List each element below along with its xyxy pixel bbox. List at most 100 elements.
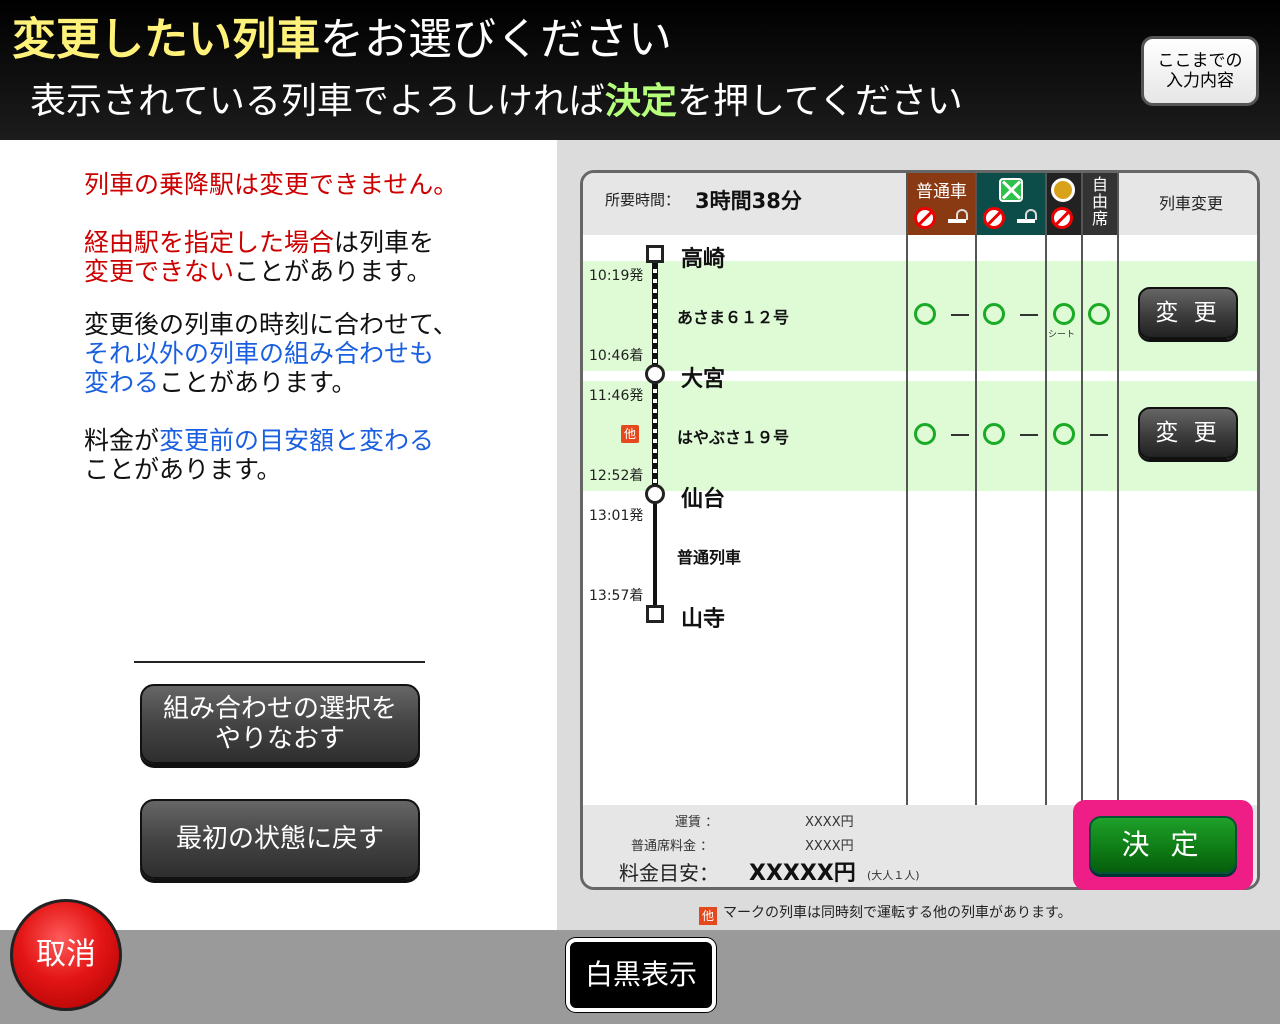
note-text: ことがあります。 [84, 455, 282, 484]
gran-class-header [1047, 173, 1081, 235]
page-subtitle: 表示されている列車でよろしければ決定を押してください [30, 74, 963, 130]
arrival-time: 12:52着 [589, 468, 644, 484]
no-smoking-icon [1051, 207, 1073, 229]
fare-label: 運賃 ： [675, 815, 719, 830]
station-marker [645, 484, 665, 504]
button-label: 最初の状態に戻す [175, 824, 384, 854]
station-marker-start [646, 245, 664, 263]
availability-dash [951, 434, 969, 436]
fare-total-value: XXXXX円 [749, 861, 856, 886]
note-text: 列車の乗降駅は変更できません。 [84, 170, 459, 199]
subtitle-pre: 表示されている列車でよろしければ [30, 81, 605, 122]
title-rest: をお選びください [320, 14, 672, 65]
travel-time-value: 3時間38分 [695, 189, 802, 213]
travel-time-header: 所要時間： 3時間38分 [583, 173, 906, 235]
no-smoking-icon [983, 207, 1005, 229]
button-label: 組み合わせの選択を [162, 694, 397, 724]
note-text: 変更できない [84, 257, 235, 286]
other-train-badge: 他 [621, 425, 639, 443]
header-bar: 変更したい列車をお選びください 表示されている列車でよろしければ決定を押してくだ… [0, 0, 1280, 140]
availability-circle [914, 423, 936, 445]
route-track-local [653, 493, 657, 613]
route-track-shinkansen [652, 263, 658, 373]
fare-value: XXXX円 [805, 815, 854, 830]
station-marker-end [646, 605, 664, 623]
change-train-button[interactable]: 変 更 [1138, 407, 1238, 459]
green-car-icon [999, 178, 1023, 202]
reselect-combination-button[interactable]: 組み合わせの選択を やりなおす [140, 684, 420, 764]
page-title: 変更したい列車をお選びください [12, 10, 672, 70]
legend-text: マークの列車は同時刻で運転する他の列車があります。 [723, 905, 1072, 921]
availability-circle [914, 303, 936, 325]
availability-dash [1090, 434, 1108, 436]
note-text: 変更前の目安額と変わる [159, 426, 435, 455]
note-text: ことがあります。 [159, 368, 357, 397]
route-track-shinkansen [652, 383, 658, 493]
availability-dash [1020, 434, 1038, 436]
seat-fee-label: 普通席料金 ： [631, 839, 714, 854]
train-name: はやぶさ１９号 [677, 428, 790, 447]
free-seat-label: 由 [1091, 192, 1108, 211]
note-via-station: 経由駅を指定した場合は列車を 変更できないことがあります。 [84, 228, 434, 286]
note-text: 変更後の列車の時刻に合わせて、 [84, 310, 458, 339]
travel-time-label: 所要時間： [605, 191, 681, 209]
subtitle-post: を押してください [676, 81, 963, 122]
note-text: それ以外の列車の組み合わせも [84, 339, 435, 368]
availability-dash [1020, 314, 1038, 316]
column-line [1045, 173, 1047, 805]
train-name: 普通列車 [677, 548, 742, 567]
change-train-button[interactable]: 変 更 [1138, 287, 1238, 339]
departure-time: 11:46発 [589, 388, 644, 404]
summary-line2: 入力内容 [1166, 71, 1234, 91]
note-fare: 料金が変更前の目安額と変わる ことがあります。 [84, 426, 434, 484]
column-line [1081, 173, 1083, 805]
legend: 他マークの列車は同時刻で運転する他の列車があります。 [699, 902, 1072, 925]
arrival-time: 10:46着 [589, 348, 644, 364]
departure-time: 13:01発 [589, 508, 644, 524]
train-table: 所要時間： 3時間38分 普通車 自 由 席 列車変更 高崎 大宮 仙台 山寺 … [580, 170, 1260, 890]
note-text: ことがあります。 [234, 257, 432, 286]
gran-class-icon [1051, 178, 1075, 202]
station-name: 大宮 [681, 367, 726, 392]
availability-circle [1053, 423, 1075, 445]
seat-fee-value: XXXX円 [805, 839, 854, 854]
cancel-button[interactable]: 取消 [10, 899, 122, 1011]
fare-total-label: 料金目安： [619, 861, 719, 885]
no-smoking-icon [914, 207, 936, 229]
decide-button[interactable]: 決 定 [1089, 816, 1237, 874]
note-stations-fixed: 列車の乗降駅は変更できません。 [84, 170, 458, 199]
ordinary-car-label: 普通車 [916, 182, 967, 202]
decide-highlight: 決 定 [1073, 800, 1253, 890]
fare-total-note: (大人１人) [867, 869, 920, 882]
column-line [906, 173, 908, 805]
note-text: 経由駅を指定した場合 [84, 228, 335, 257]
train-name: あさま６１２号 [677, 308, 790, 327]
availability-circle [983, 303, 1005, 325]
column-line [975, 173, 977, 805]
seat-type-note: シート [1048, 330, 1076, 340]
note-text: 料金が [84, 426, 160, 455]
divider [134, 661, 425, 663]
departure-time: 10:19発 [589, 268, 644, 284]
other-train-badge: 他 [699, 907, 717, 925]
station-name: 高崎 [681, 247, 726, 272]
note-text: 変わる [84, 368, 160, 397]
notes-panel: 列車の乗降駅は変更できません。 経由駅を指定した場合は列車を 変更できないことが… [0, 140, 557, 930]
smoking-icon [948, 209, 968, 223]
input-summary-button[interactable]: ここまでの 入力内容 [1141, 36, 1259, 106]
subtitle-highlight: 決定 [604, 81, 677, 122]
smoking-icon [1017, 209, 1037, 223]
monochrome-display-button[interactable]: 白黒表示 [566, 938, 716, 1012]
note-combination: 変更後の列車の時刻に合わせて、 それ以外の列車の組み合わせも 変わることがありま… [84, 310, 458, 397]
free-seat-label: 自 [1091, 175, 1108, 194]
ordinary-car-header: 普通車 [908, 173, 975, 235]
availability-circle [1088, 303, 1110, 325]
availability-circle [983, 423, 1005, 445]
station-marker [645, 364, 665, 384]
station-name: 仙台 [681, 487, 726, 512]
title-highlight: 変更したい列車 [12, 14, 320, 65]
train-change-header: 列車変更 [1119, 173, 1257, 235]
summary-line1: ここまでの [1157, 51, 1243, 71]
station-name: 山寺 [681, 607, 726, 632]
reset-button[interactable]: 最初の状態に戻す [140, 799, 420, 879]
